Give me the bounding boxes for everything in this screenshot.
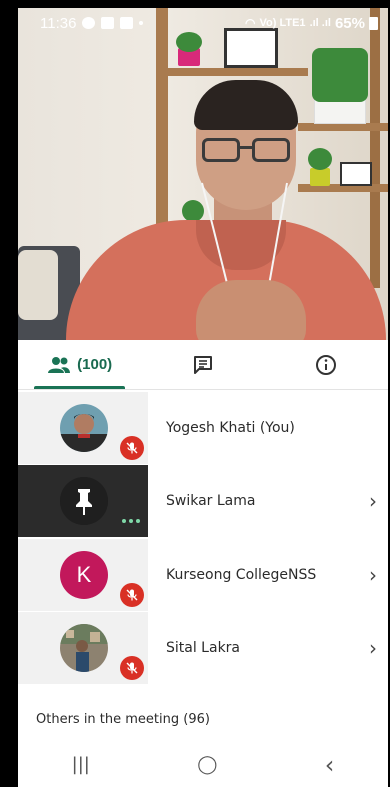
battery-icon <box>369 16 378 30</box>
status-bar: 11:36 ◠ Vo) LTE1 .ıl .ıl 65% <box>18 8 388 38</box>
recents-icon[interactable]: ||| <box>72 754 90 775</box>
video-feed[interactable] <box>18 8 388 340</box>
avatar <box>60 404 108 452</box>
participant-row[interactable]: Yogesh Khati (You) <box>18 392 388 464</box>
video-plant-leaves <box>308 148 332 170</box>
avatar-cell <box>18 612 148 684</box>
others-in-meeting-header[interactable]: Others in the meeting (96) <box>36 712 210 727</box>
avatar: K <box>60 551 108 599</box>
home-icon[interactable]: ◯ <box>197 754 217 775</box>
avatar <box>60 624 108 672</box>
participant-name: Sital Lakra <box>166 640 241 656</box>
participant-name: Yogesh Khati (You) <box>166 420 295 436</box>
vpn-icon <box>82 17 96 29</box>
video-glasses <box>252 138 290 162</box>
chevron-right-icon[interactable]: › <box>358 563 388 587</box>
wifi-icon: ◠ <box>245 16 256 30</box>
video-shelf <box>158 68 308 76</box>
avatar-initial: K <box>76 562 92 587</box>
video-yellow-pot <box>310 168 330 186</box>
tab-info[interactable] <box>265 340 388 389</box>
speaking-dots-icon <box>122 519 140 523</box>
info-icon <box>316 354 337 375</box>
active-tab-indicator <box>34 386 126 389</box>
avatar-cell <box>18 392 148 464</box>
participant-row[interactable]: K Kurseong CollegeNSS › <box>18 539 388 611</box>
pin-icon <box>60 477 108 525</box>
top-border <box>0 0 390 8</box>
status-time: 11:36 <box>40 14 77 32</box>
video-glasses <box>202 138 240 162</box>
battery-percent: 65% <box>334 14 365 32</box>
avatar-cell: K <box>18 539 148 611</box>
avatar-cell <box>18 465 148 537</box>
participant-name: Kurseong CollegeNSS <box>166 567 317 583</box>
participant-row[interactable]: Swikar Lama › <box>18 465 388 537</box>
video-shelf-post <box>156 8 168 248</box>
video-glasses-bridge <box>238 146 254 149</box>
chevron-right-icon[interactable]: › <box>358 636 388 660</box>
mic-muted-icon <box>120 656 144 680</box>
system-nav-bar: ||| ◯ ‹ <box>18 742 388 787</box>
message-icon <box>101 17 115 29</box>
tab-people-count: (100) <box>77 356 113 373</box>
avatar <box>60 477 108 525</box>
meeting-tabs: (100) <box>18 340 388 390</box>
back-icon[interactable]: ‹ <box>325 751 335 779</box>
chat-icon <box>193 355 212 374</box>
video-plant-leaves <box>182 200 204 222</box>
mic-muted-icon <box>120 583 144 607</box>
chevron-right-icon[interactable]: › <box>358 489 388 513</box>
video-pillow <box>18 250 58 320</box>
video-person-hands <box>196 280 306 340</box>
video-grass-plant <box>312 48 368 102</box>
mic-muted-icon <box>120 436 144 460</box>
signal-icon: .ıl .ıl <box>309 17 331 29</box>
video-shelf <box>298 123 388 131</box>
network-label: Vo) LTE1 <box>259 17 306 29</box>
people-icon <box>48 356 71 373</box>
video-small-frame <box>340 162 372 186</box>
tab-chat[interactable] <box>141 340 264 389</box>
video-shelf-post-right <box>370 8 380 288</box>
tab-people[interactable]: (100) <box>18 340 141 389</box>
gallery-icon <box>120 17 134 29</box>
participant-row[interactable]: Sital Lakra › <box>18 612 388 684</box>
participant-name: Swikar Lama <box>166 493 256 509</box>
left-border <box>0 0 18 787</box>
notification-dot-icon <box>139 21 144 25</box>
